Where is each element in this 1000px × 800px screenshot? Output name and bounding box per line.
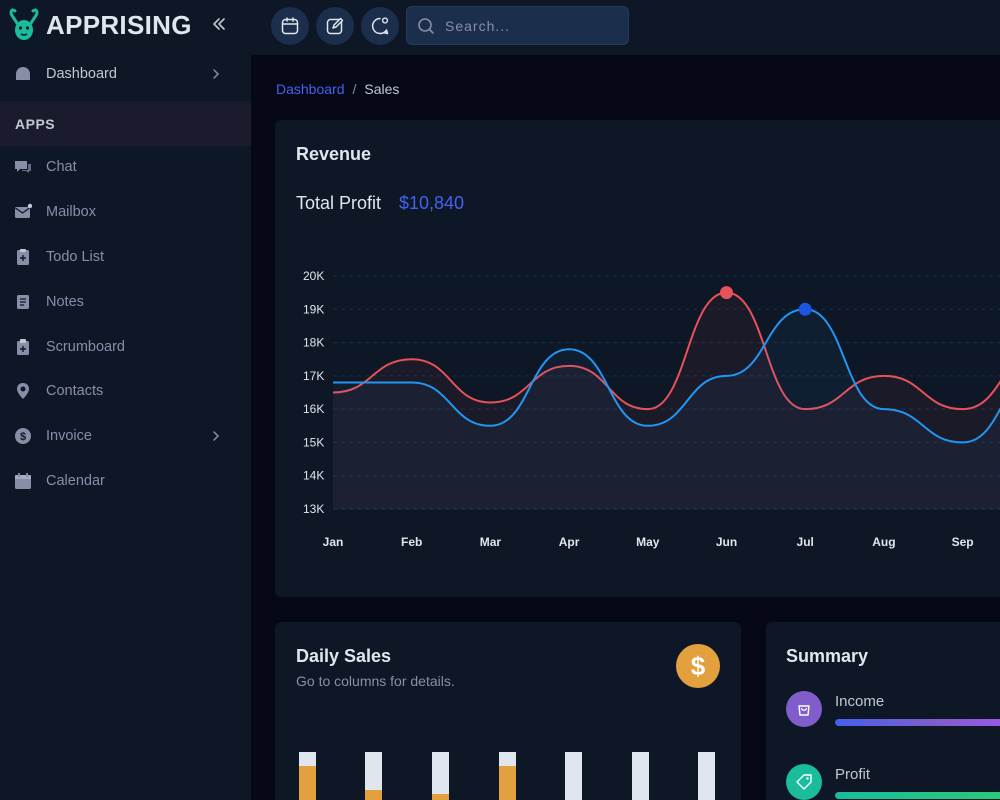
chat-icon	[15, 161, 31, 173]
daily-sales-panel: Daily Sales Go to columns for details. $	[275, 622, 741, 800]
daily-bar-fill	[299, 766, 316, 800]
brand-name: APPRISING	[46, 9, 192, 40]
x-tick-label: Jun	[716, 535, 737, 549]
chevron-right-icon	[213, 69, 220, 79]
mailbox-icon	[15, 203, 32, 218]
sidebar-item-label: Notes	[46, 294, 84, 310]
sidebar-item-label: Todo List	[46, 249, 105, 265]
svg-text:$: $	[20, 431, 26, 443]
calendar-icon	[281, 17, 299, 35]
chevron-right-icon	[213, 431, 220, 441]
sidebar-item-notes[interactable]: Notes	[0, 282, 251, 322]
breadcrumb-link-dashboard[interactable]: Dashboard	[276, 81, 345, 97]
y-tick-label: 18K	[303, 336, 324, 350]
daily-sales-subtitle: Go to columns for details.	[296, 673, 455, 689]
daily-sales-title: Daily Sales	[296, 646, 392, 666]
x-tick-label: Aug	[872, 535, 895, 549]
sidebar-item-label: Invoice	[46, 428, 92, 444]
highlight-point	[720, 286, 733, 300]
dashboard-icon	[16, 67, 30, 80]
daily-bar	[698, 752, 715, 800]
y-tick-label: 19K	[303, 302, 324, 316]
summary-income-label: Income	[835, 693, 885, 710]
summary-panel: Summary Income Profit	[766, 622, 1000, 800]
sidebar-item-chat[interactable]: Chat	[0, 147, 251, 187]
x-tick-label: Feb	[401, 535, 422, 549]
daily-bar	[632, 752, 649, 800]
daily-bar	[432, 752, 449, 800]
income-icon-badge	[786, 691, 822, 727]
revenue-panel: Revenue Total Profit $10,840 20K 19K 18K 17…	[275, 120, 1000, 597]
y-tick-label: 13K	[303, 502, 324, 516]
notes-icon	[17, 295, 29, 309]
income-progress-bar	[835, 719, 1000, 726]
sidebar-item-label: Mailbox	[46, 204, 96, 220]
sidebar-item-dashboard[interactable]: Dashboard	[0, 54, 251, 94]
invoice-icon: $	[15, 428, 31, 444]
daily-bar	[565, 752, 582, 800]
highlight-point	[798, 302, 812, 316]
profit-icon-badge	[786, 764, 822, 800]
sidebar: APPRISING Dashboard APPS Chat Mailbox To…	[0, 0, 251, 800]
breadcrumb-separator: /	[352, 81, 357, 97]
profit-progress-fill	[835, 792, 1000, 799]
summary-title: Summary	[786, 646, 869, 666]
breadcrumb-current: Sales	[364, 81, 400, 97]
search-box[interactable]	[406, 6, 629, 45]
sidebar-item-scrumboard[interactable]: Scrumboard	[0, 327, 251, 367]
scrumboard-icon	[17, 339, 29, 355]
search-input[interactable]	[445, 17, 605, 34]
x-tick-label: Sep	[952, 535, 974, 549]
calendar-icon	[15, 473, 31, 489]
collapse-sidebar-icon[interactable]	[209, 14, 229, 34]
y-tick-label: 14K	[303, 469, 324, 483]
daily-bar-fill	[499, 766, 516, 800]
daily-bar-fill	[365, 790, 382, 800]
todo-icon	[17, 249, 29, 265]
income-progress-fill	[835, 719, 1000, 726]
summary-profit-label: Profit	[835, 766, 871, 783]
sidebar-item-label: Dashboard	[46, 66, 117, 82]
y-tick-label: 16K	[303, 402, 324, 416]
revenue-chart: 20K 19K 18K 17K 16K 15K 14K 13K Jan Feb Mar Apr May J…	[303, 269, 1000, 549]
sidebar-item-mailbox[interactable]: Mailbox	[0, 192, 251, 232]
apps-section-heading: APPS	[0, 101, 251, 146]
top-header	[251, 0, 1000, 55]
contacts-icon	[17, 383, 29, 399]
logo-icon	[9, 8, 39, 40]
y-tick-label: 17K	[303, 369, 324, 383]
search-icon	[418, 17, 434, 34]
x-tick-label: Jan	[323, 535, 344, 549]
x-tick-label: May	[636, 535, 660, 549]
x-tick-label: Mar	[480, 535, 502, 549]
sidebar-item-label: Calendar	[46, 473, 105, 489]
edit-button[interactable]	[316, 7, 354, 45]
sidebar-item-contacts[interactable]: Contacts	[0, 371, 251, 411]
sidebar-item-calendar[interactable]: Calendar	[0, 461, 251, 501]
sidebar-item-invoice[interactable]: $ Invoice	[0, 416, 251, 456]
chat-button[interactable]	[361, 7, 399, 45]
breadcrumb: Dashboard / Sales	[276, 81, 399, 97]
y-tick-label: 20K	[303, 269, 324, 283]
tag-icon	[796, 774, 812, 790]
x-tick-label: Apr	[559, 535, 580, 549]
sidebar-item-label: Chat	[46, 159, 77, 175]
sidebar-item-label: Scrumboard	[46, 339, 125, 355]
sidebar-item-todo-list[interactable]: Todo List	[0, 237, 251, 277]
edit-icon	[326, 17, 344, 35]
shopping-bag-icon	[798, 705, 810, 716]
x-tick-label: Jul	[797, 535, 814, 549]
daily-bar-fill	[432, 794, 449, 800]
chat-notification-icon	[371, 17, 389, 35]
sidebar-item-label: Contacts	[46, 383, 104, 399]
y-tick-label: 15K	[303, 435, 324, 449]
calendar-button[interactable]	[271, 7, 309, 45]
profit-progress-bar	[835, 792, 1000, 799]
dollar-icon: $	[676, 644, 720, 688]
daily-sales-chart	[299, 752, 715, 800]
